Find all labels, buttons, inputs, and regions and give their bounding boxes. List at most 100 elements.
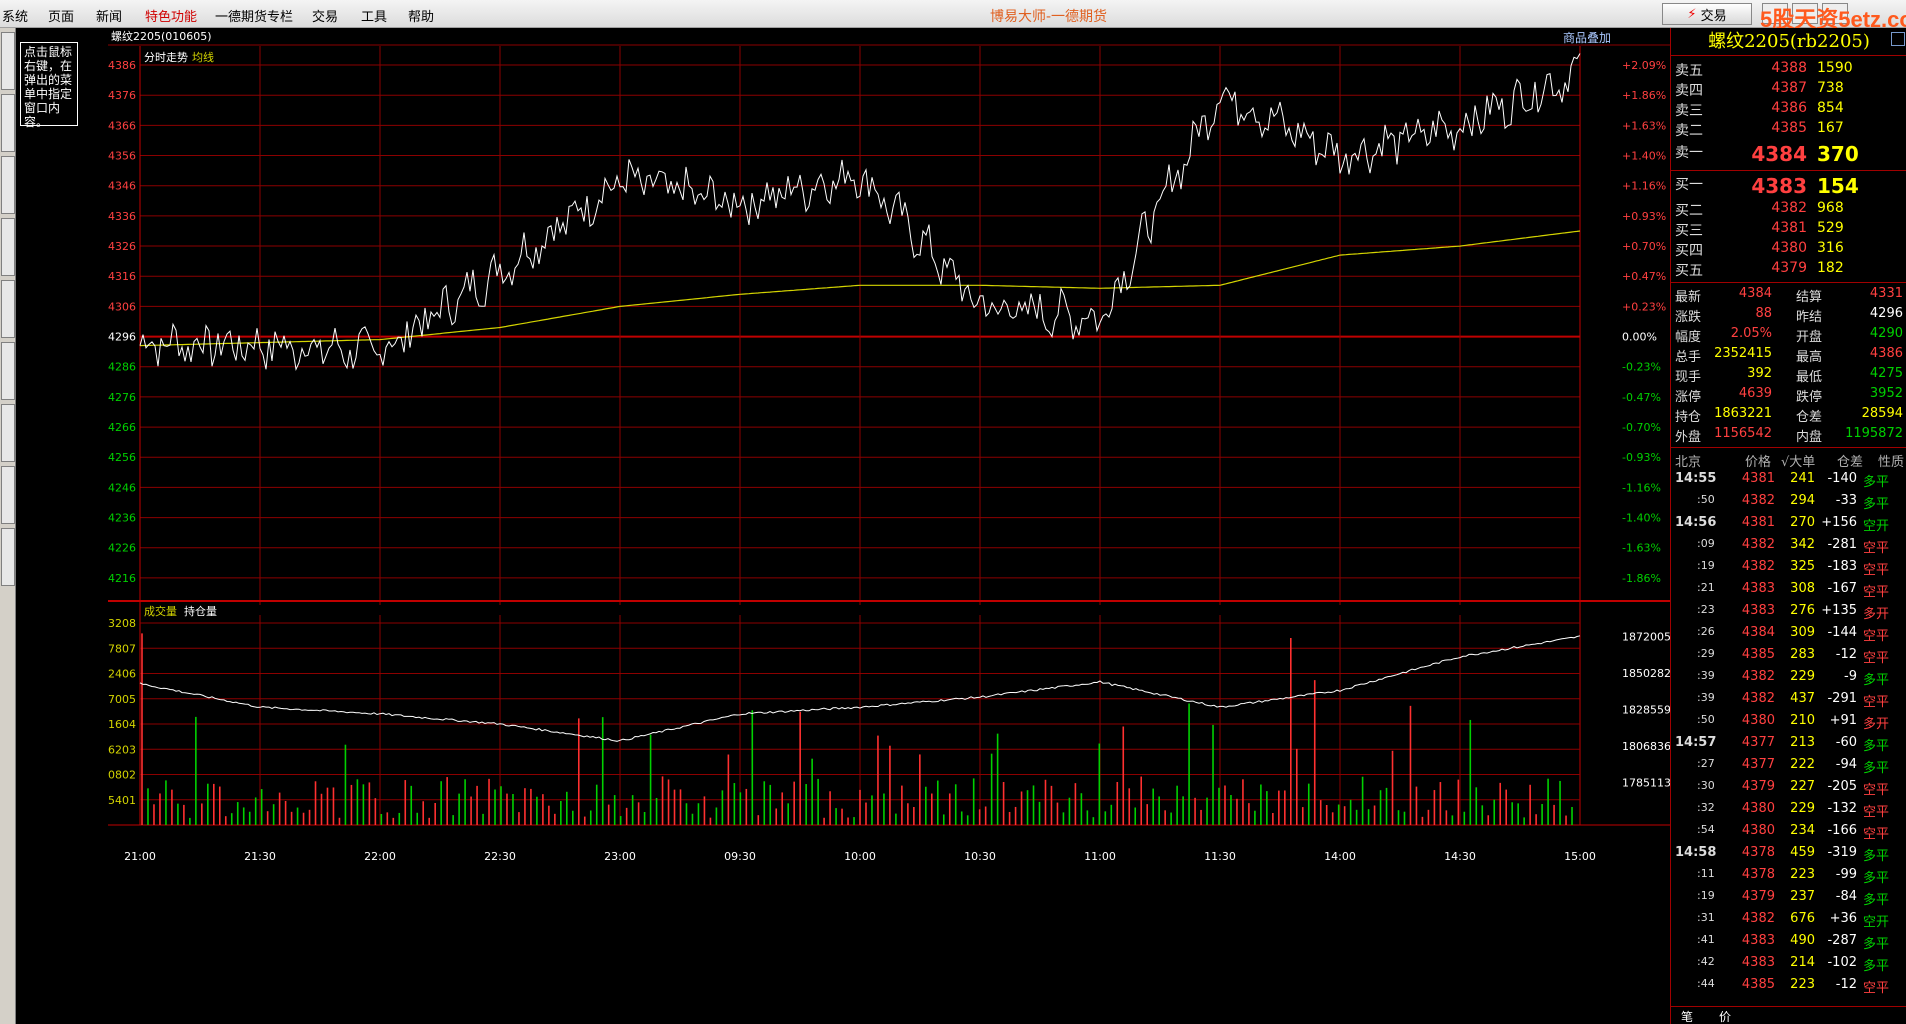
ask-row: 卖二 4385 167 [1671, 120, 1906, 140]
left-tab[interactable] [1, 94, 15, 152]
tick-oi-change: +91 [1829, 713, 1857, 728]
tick-nature: 空平 [1863, 563, 1890, 578]
tick-header-time: 北京 [1675, 455, 1702, 470]
tick-time: :26 [1697, 625, 1715, 638]
tick-row: :29 4385 283 -12 空平 [1671, 647, 1906, 669]
tick-row: :50 4380 210 +91 多开 [1671, 713, 1906, 735]
intraday-chart[interactable]: 螺纹2205(010605) 商品叠加 4386 +2.09% 4376 +1.86% 43… [108, 28, 1670, 1024]
tick-volume: 309 [1790, 625, 1815, 640]
bid-price: 4381 [1771, 220, 1807, 236]
pct-tick-label: -1.40% [1622, 512, 1661, 525]
menu-trade[interactable]: 交易 [312, 6, 338, 25]
stat-value: 3952 [1869, 386, 1903, 401]
tick-row: :54 4380 234 -166 空平 [1671, 823, 1906, 845]
stat-label: 内盘 [1796, 430, 1823, 445]
overlay-button[interactable]: 商品叠加 [1563, 30, 1611, 45]
trade-button[interactable]: ⚡ 交易 [1662, 3, 1752, 25]
tick-volume: 214 [1790, 955, 1815, 970]
bid-label: 买四 [1675, 243, 1703, 259]
time-tick-label: 11:00 [1084, 850, 1116, 863]
stat-row: 持仓 1863221 仓差 28594 [1671, 406, 1906, 426]
left-tab[interactable] [1, 156, 15, 214]
tick-price: 4382 [1741, 911, 1775, 926]
tick-time: 14:56 [1675, 515, 1717, 530]
bid-volume: 968 [1817, 200, 1844, 216]
tick-oi-change: -12 [1835, 977, 1857, 992]
tick-nature: 多平 [1863, 893, 1890, 908]
tick-time: :39 [1697, 691, 1715, 704]
tick-nature: 多平 [1863, 475, 1890, 490]
bid-row: 买一 4383 154 [1671, 174, 1906, 198]
left-tab[interactable] [1, 218, 15, 276]
trade-button-label: 交易 [1700, 8, 1727, 24]
tick-nature: 多平 [1863, 849, 1890, 864]
tick-time: :27 [1697, 757, 1715, 770]
left-tab[interactable] [1, 528, 15, 586]
stat-row: 外盘 1156542 内盘 1195872 [1671, 426, 1906, 446]
menu-page[interactable]: 页面 [48, 6, 74, 25]
ask-volume: 1590 [1817, 60, 1853, 76]
stat-value: 4296 [1869, 306, 1903, 321]
price-tick-label: 4246 [108, 481, 136, 494]
tick-oi-change: -99 [1835, 867, 1857, 882]
stat-label: 总手 [1675, 350, 1702, 365]
tab-price[interactable]: 价 [1719, 1008, 1731, 1024]
price-tick-label: 4366 [108, 119, 136, 132]
time-tick-label: 21:00 [124, 850, 156, 863]
stat-value: 1863221 [1714, 406, 1772, 421]
tick-price: 4385 [1741, 977, 1775, 992]
bid-label: 买五 [1675, 263, 1703, 279]
menu-system[interactable]: 系统 [2, 6, 28, 25]
ask-row: 卖五 4388 1590 [1671, 60, 1906, 80]
tick-volume: 222 [1790, 757, 1815, 772]
stat-value: 4384 [1738, 286, 1772, 301]
stat-label: 涨跌 [1675, 310, 1702, 325]
left-tab[interactable] [1, 342, 15, 400]
bid-price: 4379 [1771, 260, 1807, 276]
quote-title: 螺纹2205(rb2205) [1671, 28, 1906, 56]
tick-time: 14:57 [1675, 735, 1717, 750]
menu-yide-column[interactable]: 一德期货专栏 [215, 6, 293, 25]
menu-help[interactable]: 帮助 [408, 6, 434, 25]
chart-background [108, 28, 1670, 1024]
bid-volume: 154 [1817, 174, 1859, 198]
tick-price: 4382 [1741, 669, 1775, 684]
price-tick-label: 4286 [108, 361, 136, 374]
divider [1671, 170, 1906, 171]
bid-volume: 182 [1817, 260, 1844, 276]
tick-price: 4383 [1741, 933, 1775, 948]
tick-time: :54 [1697, 823, 1715, 836]
panel-grip-icon[interactable] [1891, 32, 1905, 46]
stat-label: 外盘 [1675, 430, 1702, 445]
tick-row: :50 4382 294 -33 多平 [1671, 493, 1906, 515]
left-tab[interactable] [1, 280, 15, 338]
left-tab[interactable] [1, 404, 15, 462]
left-tab[interactable] [1, 32, 15, 90]
stat-value: 392 [1747, 366, 1772, 381]
price-tick-label: 4296 [108, 331, 136, 344]
tick-row: :21 4383 308 -167 空平 [1671, 581, 1906, 603]
tick-oi-change: +135 [1821, 603, 1857, 618]
tick-volume: 270 [1790, 515, 1815, 530]
price-tick-label: 4386 [108, 59, 136, 72]
menu-features[interactable]: 特色功能 [145, 6, 197, 25]
tab-ticks[interactable]: 笔 [1681, 1008, 1693, 1024]
left-tab[interactable] [1, 466, 15, 524]
tick-price: 4377 [1741, 757, 1775, 772]
tick-time: :39 [1697, 669, 1715, 682]
stat-label: 最新 [1675, 290, 1702, 305]
bid-volume: 316 [1817, 240, 1844, 256]
time-tick-label: 11:30 [1204, 850, 1236, 863]
tick-nature: 空平 [1863, 541, 1890, 556]
volume-tick-label: 32406 [108, 668, 136, 681]
price-tick-label: 4236 [108, 512, 136, 525]
menu-news[interactable]: 新闻 [96, 6, 122, 25]
time-tick-label: 10:00 [844, 850, 876, 863]
oi-tick-label: 1828559 [1622, 704, 1670, 717]
stat-label: 仓差 [1796, 410, 1823, 425]
tick-row: :09 4382 342 -281 空平 [1671, 537, 1906, 559]
tick-header-price: 价格 [1745, 455, 1772, 470]
menu-tools[interactable]: 工具 [361, 6, 387, 25]
tick-oi-change: -183 [1827, 559, 1857, 574]
bid-volume: 529 [1817, 220, 1844, 236]
